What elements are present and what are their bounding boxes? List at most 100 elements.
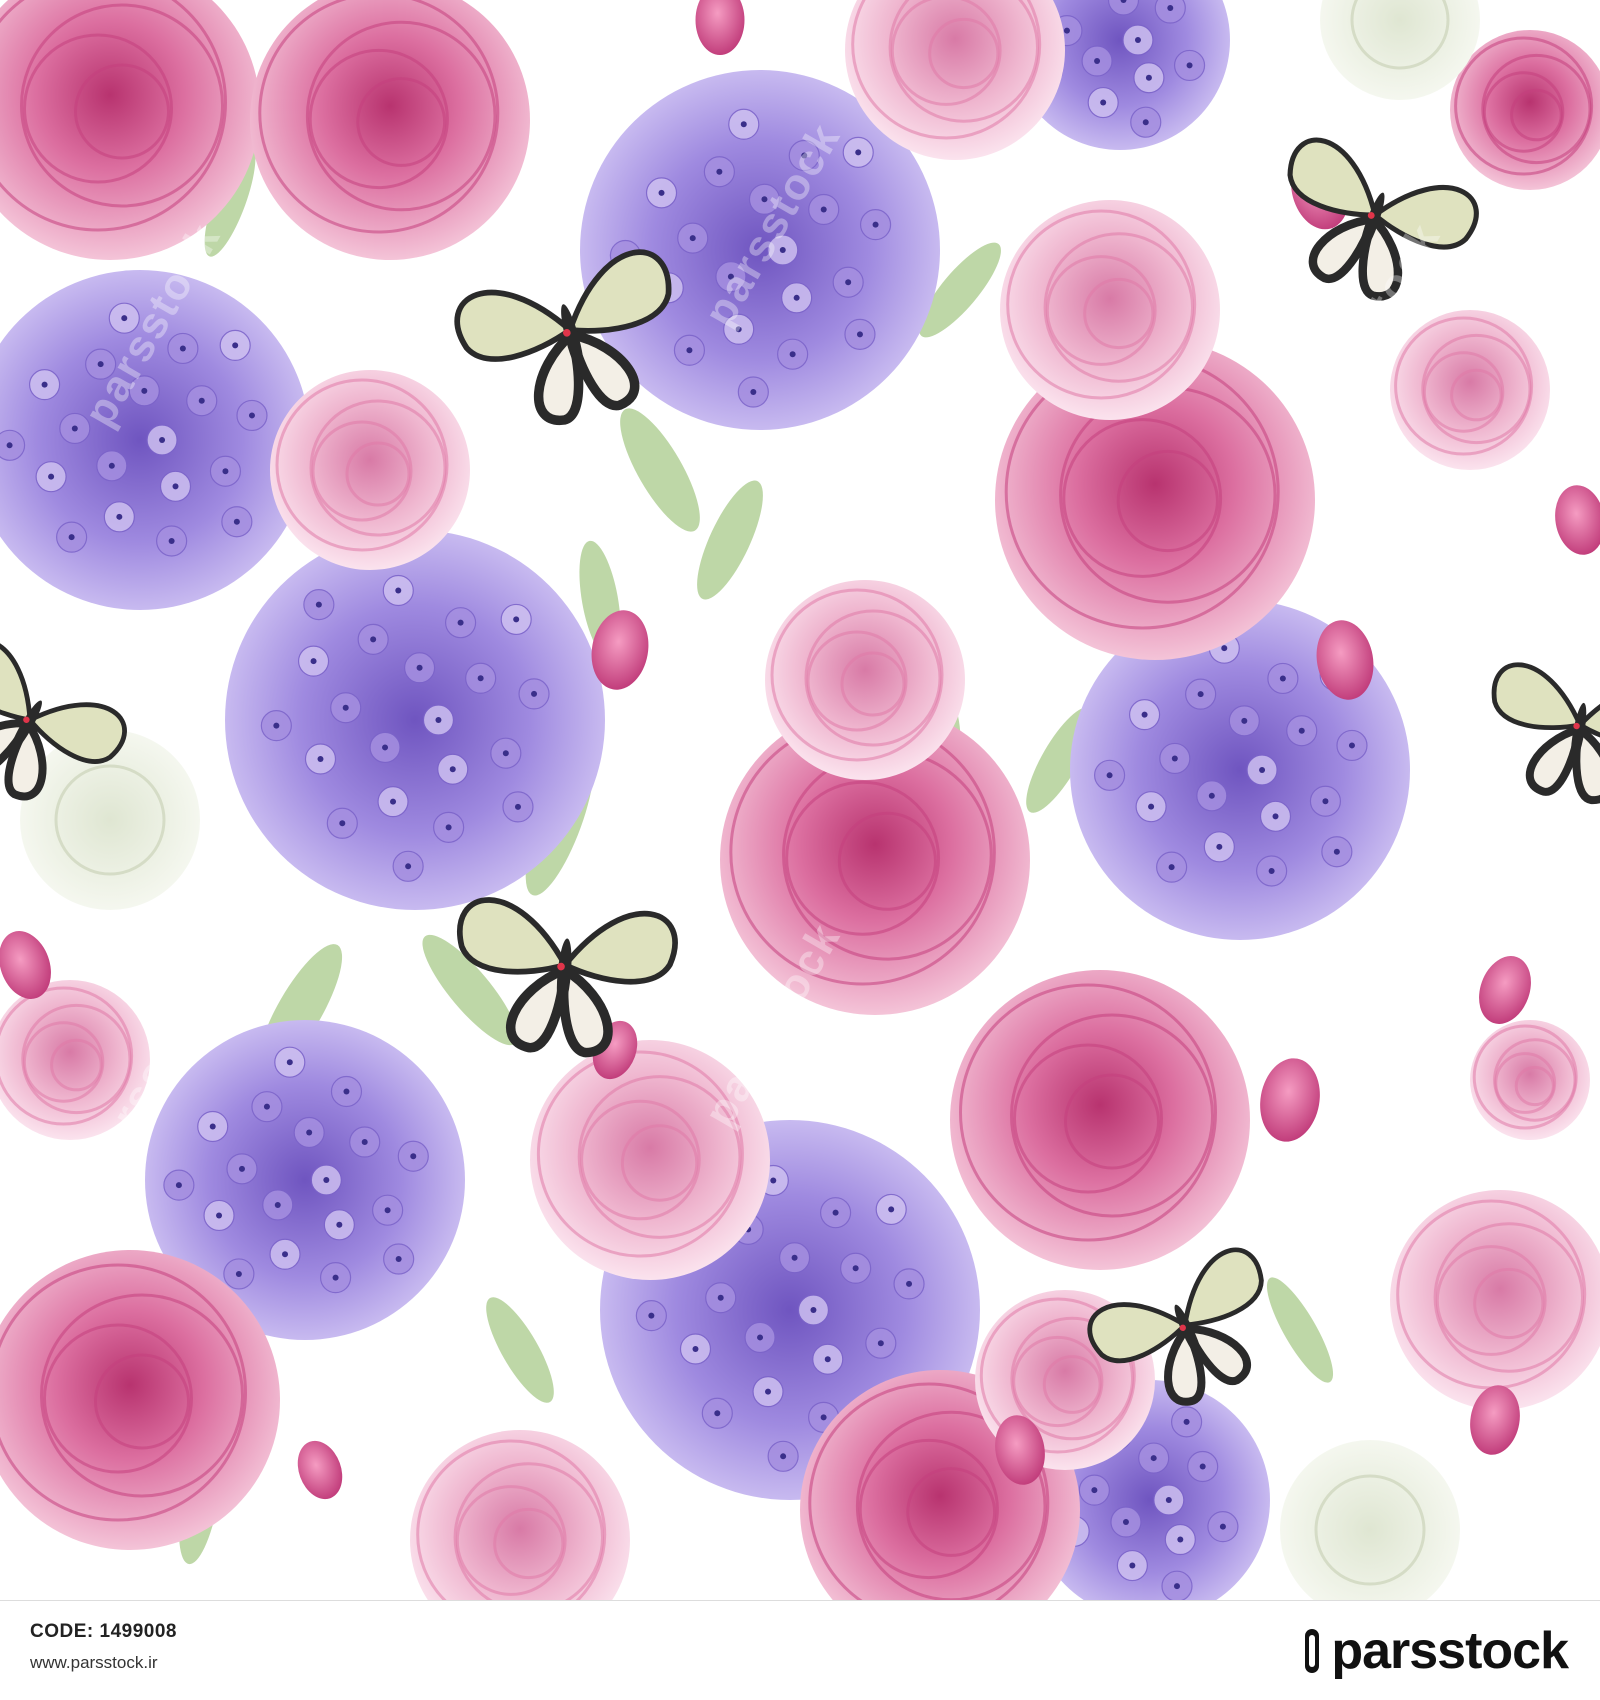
hydrangea-floret-center [172, 483, 179, 490]
website-link[interactable]: www.parsstock.ir [30, 1653, 177, 1673]
hydrangea-floret-center [761, 196, 768, 203]
hydrangea-floret-center [727, 273, 734, 280]
hydrangea-floret-center [689, 235, 696, 242]
hydrangea-floret-center [416, 664, 423, 671]
hydrangea-floret-center [780, 1453, 787, 1460]
hydrangea-floret-center [502, 750, 509, 757]
hydrangea-floret-center [216, 1212, 223, 1219]
hydrangea-floret-center [332, 1274, 339, 1281]
hydrangea-floret-center [121, 315, 128, 322]
hydrangea-floret-center [141, 387, 148, 394]
hydrangea-floret-center [872, 221, 879, 228]
hydrangea-floret-center [342, 704, 349, 711]
hydrangea-floret-center [845, 279, 852, 286]
hydrangea-floret-center [310, 658, 317, 665]
hydrangea-floret-center [232, 342, 239, 349]
hydrangea-floret-center [793, 294, 800, 301]
hydrangea-floret-center [1259, 767, 1266, 773]
hydrangea-floret-center [71, 425, 78, 432]
hydrangea-floret-center [1199, 1463, 1206, 1470]
hydrangea-floret-center [235, 1270, 242, 1277]
hydrangea-floret-center [1168, 864, 1175, 871]
hydrangea-floret-center [716, 168, 723, 175]
hydrangea-floret-center [514, 803, 521, 810]
hydrangea-floret-center [457, 619, 464, 626]
hydrangea-floret-center [315, 601, 322, 608]
logo-text: parsstock [1331, 1622, 1569, 1680]
hydrangea-floret-center [1197, 691, 1204, 698]
hydrangea-floret-center [336, 1221, 343, 1228]
hydrangea-floret-center [41, 381, 48, 388]
hydrangea-floret-center [382, 744, 389, 751]
hydrangea-floret-center [1148, 803, 1155, 810]
hydrangea-floret-center [410, 1153, 417, 1160]
hydrangea-floret-center [198, 397, 205, 404]
page: parsstock parsstock parsstock parsstock … [0, 0, 1600, 1700]
hydrangea-floret-center [1177, 1536, 1184, 1543]
hydrangea-floret-center [658, 189, 665, 196]
hydrangea-floret-center [717, 1294, 724, 1301]
hydrangea-floret-center [233, 518, 240, 525]
hydrangea-floret-center [248, 412, 255, 419]
hydrangea-floret-center [852, 1265, 859, 1272]
hydrangea-floret-center [1208, 792, 1215, 799]
hydrangea-floret-center [692, 1345, 699, 1352]
hydrangea-floret-center [390, 798, 397, 805]
hydrangea-floret-center [405, 863, 412, 870]
hydrangea-floret-center [1333, 848, 1340, 855]
hydrangea-floret-center [750, 389, 757, 396]
hydrangea-floret-center [1122, 1519, 1129, 1526]
hydrangea-floret-center [1167, 5, 1174, 12]
hydrangea-floret-center [1129, 1562, 1136, 1569]
hydrangea-floret-center [209, 1123, 216, 1130]
hydrangea-floret-center [1094, 58, 1101, 65]
hydrangea-floret-center [97, 361, 104, 368]
hydrangea-floret-center [888, 1206, 895, 1213]
rose-flower [1390, 1190, 1600, 1410]
hydrangea-floret-center [323, 1177, 330, 1183]
hydrangea-floret-center [714, 1410, 721, 1417]
hydrangea-floret-center [1279, 675, 1286, 682]
hydrangea-floret-center [1272, 813, 1279, 820]
hydrangea-floret-center [1219, 1523, 1226, 1530]
hydrangea-floret-center [263, 1103, 270, 1110]
footer-info: CODE: 1499008 www.parsstock.ir [30, 1621, 177, 1673]
hydrangea-floret-center [370, 636, 377, 643]
hydrangea-floret-center [856, 331, 863, 338]
parsstock-logo[interactable]: parsstock [1303, 1619, 1569, 1683]
hydrangea-floret-center [273, 722, 280, 729]
hydrangea-floret-center [168, 537, 175, 544]
hydrangea-floret-center [361, 1139, 368, 1146]
hydrangea-floret-center [1134, 37, 1141, 43]
logo-mark-icon [1305, 1629, 1320, 1673]
hydrangea-floret-center [116, 513, 123, 520]
hydrangea-floret-center [175, 1182, 182, 1189]
hydrangea-floret-center [531, 690, 538, 697]
hydrangea-floret-center [1100, 99, 1107, 106]
hydrangea-floret-center [282, 1251, 289, 1258]
hydrangea-floret-center [395, 1256, 402, 1263]
hydrangea-floret-center [791, 1254, 798, 1261]
code-value: 1499008 [99, 1621, 177, 1642]
code-line: CODE: 1499008 [30, 1621, 177, 1643]
hydrangea-floret-center [1268, 867, 1275, 874]
hydrangea-floret-center [1183, 1418, 1190, 1425]
hydrangea-floret-center [648, 1312, 655, 1319]
hydrangea-floret-center [801, 152, 808, 159]
hydrangea-floret-center [477, 675, 484, 682]
hydrangea-floret-center [855, 149, 862, 156]
hydrangea-floret-center [1241, 717, 1248, 724]
hydrangea-floret-center [449, 766, 456, 773]
hydrangea-floret-center [906, 1280, 913, 1287]
hydrangea-floret-center [824, 1356, 831, 1363]
hydrangea-floret-center [1173, 1583, 1180, 1590]
hydrangea-floret-center [735, 326, 742, 333]
hydrangea-floret-center [108, 462, 115, 469]
hydrangea-floret-center [48, 473, 55, 480]
hydrangea-floret-center [877, 1340, 884, 1347]
hydrangea-floret-center [6, 442, 13, 449]
hydrangea-floret-center [445, 824, 452, 831]
hydrangea-floret-center [1141, 711, 1148, 718]
hydrangea-floret-center [435, 717, 442, 723]
floral-pattern-artwork [0, 0, 1600, 1600]
